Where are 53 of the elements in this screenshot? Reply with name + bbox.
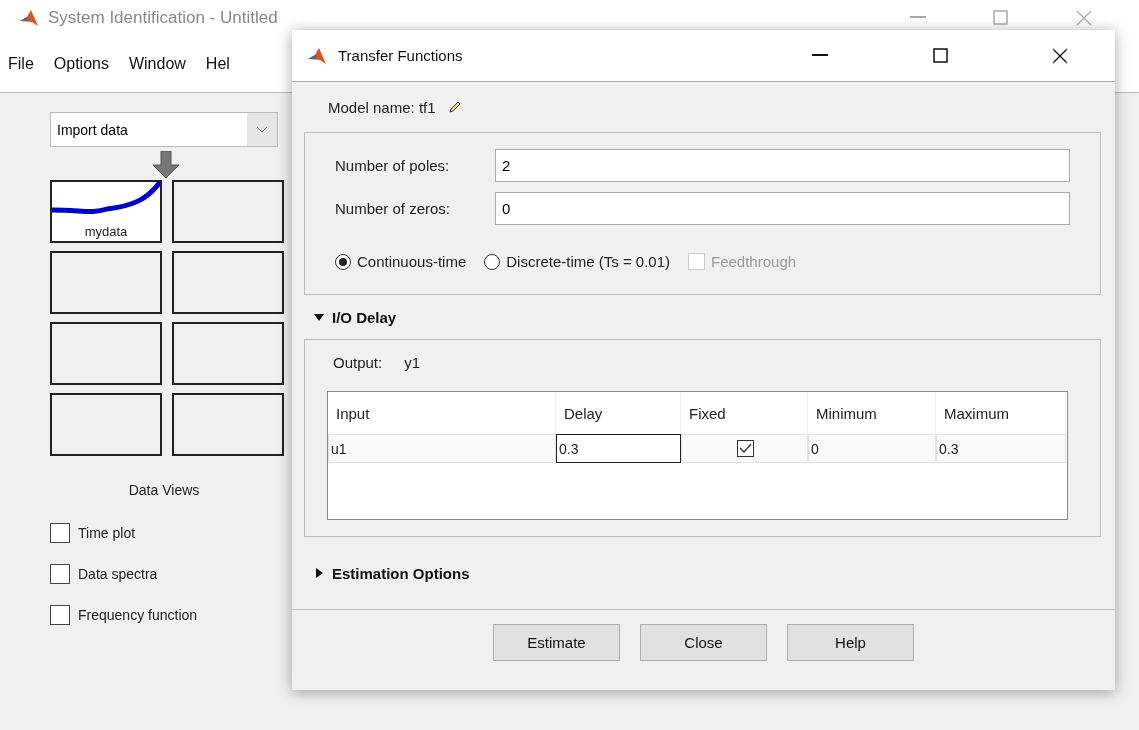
data-source-dropdown[interactable]: Import data xyxy=(50,112,278,147)
pencil-icon[interactable] xyxy=(447,100,462,114)
radio-label: Continuous-time xyxy=(357,253,467,270)
triangle-right-icon xyxy=(314,568,324,578)
number-field[interactable]: 0 xyxy=(495,192,1070,225)
triangle-down-icon xyxy=(314,312,324,322)
radio-button[interactable] xyxy=(335,253,351,270)
menu-item[interactable]: File xyxy=(8,54,34,73)
checkbox-label: Feedthrough xyxy=(711,253,797,270)
table-cell: 0.3 xyxy=(936,434,1066,463)
empty-tile[interactable] xyxy=(172,322,284,385)
down-arrow-icon xyxy=(152,151,180,179)
checkbox-label: Data spectra xyxy=(78,565,158,582)
dialog-title: Transfer Functions xyxy=(338,47,464,64)
empty-tile[interactable] xyxy=(50,322,162,385)
field-label: Number of zeros: xyxy=(335,200,452,217)
close-icon[interactable] xyxy=(1052,47,1068,64)
checkbox-label: Frequency function xyxy=(78,606,198,623)
checkbox[interactable] xyxy=(50,604,70,625)
delay-field[interactable]: 0.3 xyxy=(556,434,681,463)
empty-tile[interactable] xyxy=(172,180,284,243)
checkbox-label: Time plot xyxy=(78,524,136,541)
minimize-icon[interactable] xyxy=(812,54,828,57)
window-title: System Identification - Untitled xyxy=(48,7,279,28)
dialog-button[interactable]: Help xyxy=(787,624,914,661)
section-header[interactable]: I/O Delay xyxy=(304,295,1101,339)
tile-label: mydata xyxy=(84,224,128,241)
empty-tile[interactable] xyxy=(50,393,162,456)
dialog-button[interactable]: Close xyxy=(640,624,767,661)
chevron-down-icon xyxy=(256,125,268,134)
menu-item[interactable]: Hel xyxy=(205,54,230,73)
radio-label: Discrete-time (Ts = 0.01) xyxy=(506,253,670,270)
checkbox[interactable] xyxy=(50,522,70,543)
table-cell: u1 xyxy=(328,434,556,463)
checkbox[interactable] xyxy=(50,563,70,584)
model-name-label: Model name: tf1 xyxy=(328,98,436,116)
table-cell: 0 xyxy=(808,434,936,463)
output-label: Output: xyxy=(333,354,383,371)
menu-item[interactable]: Options xyxy=(53,54,109,73)
output-value: y1 xyxy=(404,354,421,371)
number-field[interactable]: 2 xyxy=(495,149,1070,182)
field-label: Number of poles: xyxy=(335,157,451,174)
checkbox[interactable] xyxy=(737,440,754,457)
data-tile[interactable]: mydata xyxy=(50,180,162,243)
empty-tile[interactable] xyxy=(172,393,284,456)
maximize-icon[interactable] xyxy=(932,48,948,63)
empty-tile[interactable] xyxy=(172,251,284,314)
radio-button[interactable] xyxy=(484,253,501,270)
menu-item[interactable]: Window xyxy=(128,54,186,73)
empty-tile[interactable] xyxy=(50,251,162,314)
dialog-button[interactable]: Estimate xyxy=(493,624,620,661)
section-label: Data Views xyxy=(127,482,201,498)
section-header[interactable]: Estimation Options xyxy=(304,537,1101,609)
